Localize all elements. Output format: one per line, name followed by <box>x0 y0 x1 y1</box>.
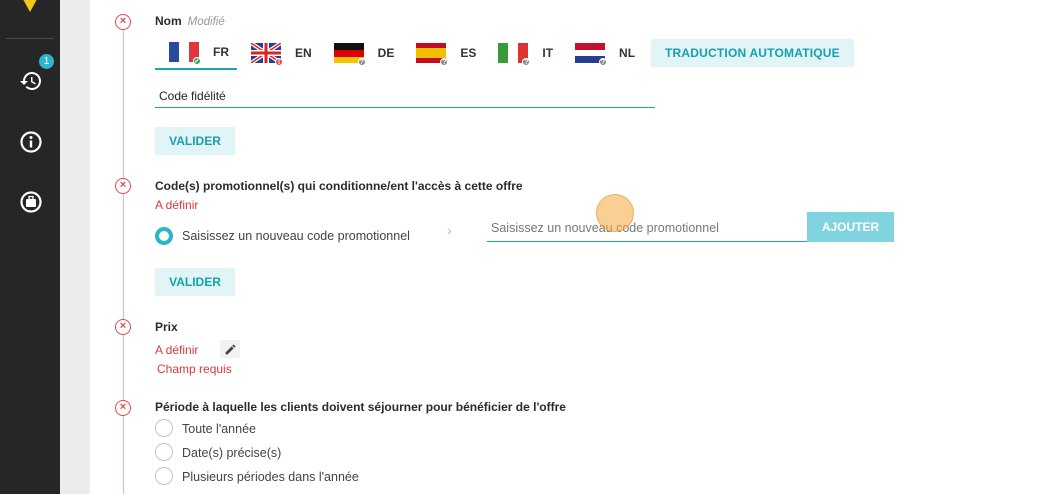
question-icon: ? <box>357 58 366 66</box>
name-label: Nom Modifié <box>155 14 225 28</box>
tab-en[interactable]: ! EN <box>237 36 320 70</box>
italy-flag-icon: ? <box>498 43 531 66</box>
sidebar: 1 <box>0 0 60 494</box>
incomplete-icon: × <box>115 178 131 194</box>
price-status: A définir <box>155 343 199 357</box>
period-radio-all-year[interactable] <box>155 419 173 437</box>
incomplete-icon: × <box>115 14 131 30</box>
name-input[interactable]: Code fidélité <box>155 86 655 108</box>
germany-flag-icon: ? <box>333 43 366 66</box>
period-radio-multiple[interactable] <box>155 467 173 485</box>
incomplete-icon: × <box>115 400 131 416</box>
pencil-icon <box>225 344 235 354</box>
promo-status: A définir <box>155 198 199 212</box>
tab-nl-label: NL <box>619 46 636 60</box>
timeline-line <box>123 20 124 494</box>
validate-name-button[interactable]: VALIDER <box>155 127 235 155</box>
tab-nl[interactable]: ? NL <box>561 36 643 70</box>
incomplete-icon: × <box>115 319 131 335</box>
info-icon <box>20 131 42 153</box>
period-label: Période à laquelle les clients doivent s… <box>155 400 566 414</box>
spain-flag-icon: ? <box>416 43 449 66</box>
edit-price-button[interactable] <box>220 340 240 358</box>
luggage-icon <box>20 191 42 213</box>
promo-option-radio[interactable] <box>155 227 173 245</box>
netherlands-flag-icon: ? <box>575 43 608 66</box>
luggage-button[interactable] <box>18 189 44 215</box>
uk-flag-icon: ! <box>251 43 283 66</box>
logo <box>19 0 41 12</box>
offer-form: × Nom Modifié ✓ FR ! EN ? DE ? ES ? IT ?… <box>90 0 1055 494</box>
tab-it[interactable]: ? IT <box>484 36 561 70</box>
tab-en-label: EN <box>295 46 312 60</box>
sidebar-divider <box>6 38 54 39</box>
promo-label: Code(s) promotionnel(s) qui conditionne/… <box>155 179 523 193</box>
tab-es[interactable]: ? ES <box>402 36 484 70</box>
tab-fr[interactable]: ✓ FR <box>155 36 237 70</box>
history-icon <box>20 72 41 90</box>
error-icon: ! <box>275 58 283 66</box>
price-label: Prix <box>155 320 178 334</box>
language-tabs: ✓ FR ! EN ? DE ? ES ? IT ? NL TRADUCTION… <box>155 36 854 70</box>
modified-status: Modifié <box>187 16 225 28</box>
history-button[interactable] <box>18 68 44 94</box>
tab-fr-label: FR <box>213 45 229 59</box>
history-badge: 1 <box>39 54 54 69</box>
chevron-right-icon: › <box>447 222 452 238</box>
name-label-text: Nom <box>155 14 182 28</box>
click-indicator <box>596 194 634 232</box>
required-field-message: Champ requis <box>157 362 232 376</box>
tab-de-label: DE <box>377 46 395 60</box>
question-icon: ? <box>599 58 608 66</box>
period-option-label: Date(s) précise(s) <box>182 446 282 460</box>
period-radio-dates[interactable] <box>155 443 173 461</box>
add-promo-button[interactable]: AJOUTER <box>807 212 894 242</box>
question-icon: ? <box>522 58 531 66</box>
validate-promo-button[interactable]: VALIDER <box>155 268 235 296</box>
promo-option-label: Saisissez un nouveau code promotionnel <box>182 229 410 243</box>
check-icon: ✓ <box>193 57 201 65</box>
period-option-label: Plusieurs périodes dans l'année <box>182 470 359 484</box>
period-option-label: Toute l'année <box>182 422 256 436</box>
tab-it-label: IT <box>542 46 554 60</box>
promo-code-input[interactable]: Saisissez un nouveau code promotionnel <box>487 214 807 242</box>
info-button[interactable] <box>18 129 44 155</box>
tab-es-label: ES <box>460 46 477 60</box>
tab-de[interactable]: ? DE <box>320 36 403 70</box>
france-flag-icon: ✓ <box>169 42 201 65</box>
auto-translate-button[interactable]: TRADUCTION AUTOMATIQUE <box>651 39 854 67</box>
question-icon: ? <box>440 58 449 66</box>
